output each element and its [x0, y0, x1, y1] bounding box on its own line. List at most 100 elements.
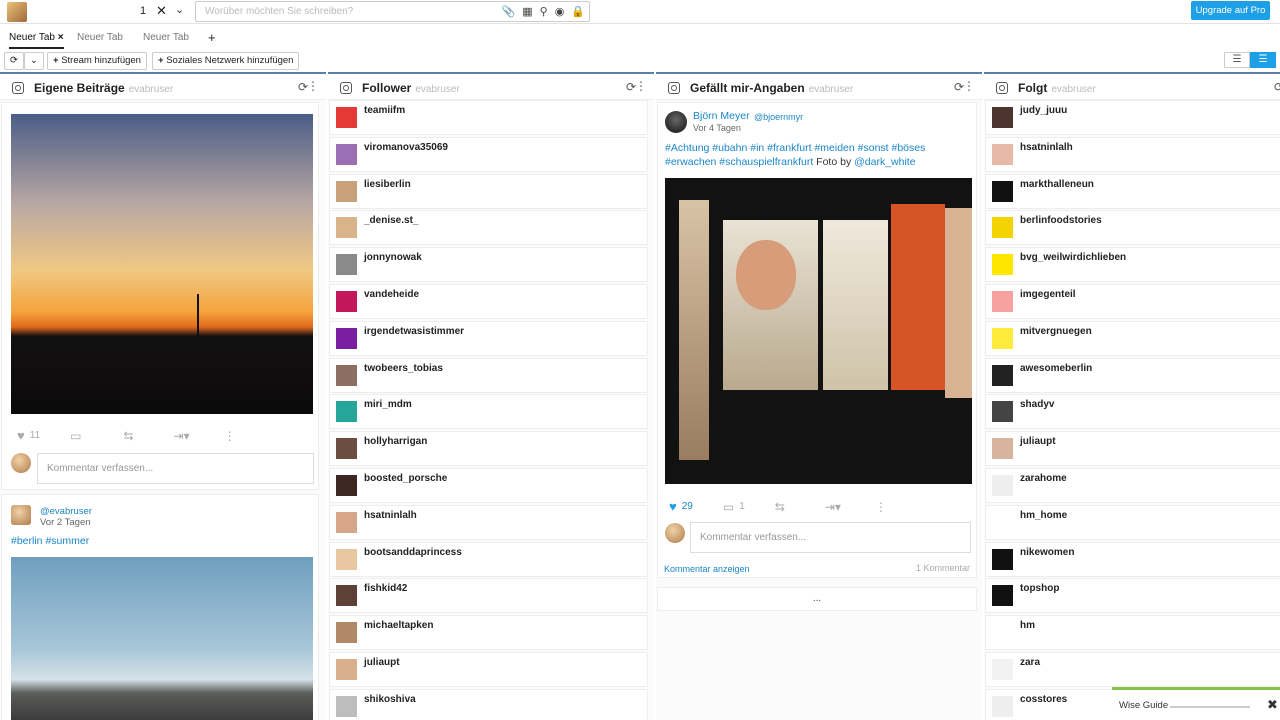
tab-3[interactable]: Neuer Tab	[143, 27, 189, 49]
user-name[interactable]: berlinfoodstories	[1020, 215, 1102, 226]
chevron-down-icon[interactable]: ⌄	[175, 3, 184, 16]
wise-guide-label[interactable]: Wise Guide	[1119, 700, 1168, 711]
tab-close-icon[interactable]: ×	[58, 32, 64, 43]
add-stream-button[interactable]: + Stream hinzufügen	[47, 52, 147, 70]
profile-avatar[interactable]	[7, 2, 27, 22]
calendar-icon[interactable]: ▦	[522, 5, 532, 18]
author-handle[interactable]: @bjoernmyr	[754, 112, 803, 122]
user-name[interactable]: _denise.st_	[364, 215, 418, 226]
user-name[interactable]: cosstores	[1020, 694, 1067, 705]
clear-icon[interactable]: ✕	[156, 3, 167, 19]
location-icon[interactable]: ⚲	[540, 5, 548, 18]
user-name[interactable]: hm	[1020, 620, 1035, 631]
add-tab-button[interactable]: +	[208, 27, 216, 49]
list-item[interactable]: shikoshiva	[329, 688, 648, 720]
attach-icon[interactable]: 📎	[502, 5, 516, 18]
tab-2[interactable]: Neuer Tab	[77, 27, 123, 49]
column-view-button[interactable]: ☰	[1250, 52, 1276, 68]
user-name[interactable]: imgegenteil	[1020, 289, 1076, 300]
post-photo-sunset[interactable]	[11, 114, 313, 414]
user-name[interactable]: vandeheide	[364, 289, 419, 300]
user-name[interactable]: zara	[1020, 657, 1040, 668]
list-item[interactable]: hollyharrigan	[329, 431, 648, 467]
list-item[interactable]: michaeltapken	[329, 615, 648, 651]
user-name[interactable]: teamiifm	[364, 105, 405, 116]
tab-1[interactable]: Neuer Tab ×	[9, 27, 64, 49]
more-icon[interactable]: ⋮	[224, 429, 236, 443]
user-name[interactable]: nikewomen	[1020, 547, 1074, 558]
user-name[interactable]: boosted_porsche	[364, 473, 447, 484]
user-name[interactable]: fishkid42	[364, 583, 407, 594]
refresh-icon[interactable]: ⟳	[1274, 80, 1280, 94]
user-name[interactable]: juliaupt	[364, 657, 400, 668]
user-name[interactable]: bvg_weilwirdichlieben	[1020, 252, 1126, 263]
user-name[interactable]: zarahome	[1020, 473, 1067, 484]
list-item[interactable]: hsatninlalh	[985, 136, 1280, 172]
list-item[interactable]: zarahome	[985, 467, 1280, 503]
heart-icon[interactable]: ♥	[17, 428, 25, 443]
user-name[interactable]: hollyharrigan	[364, 436, 427, 447]
list-item[interactable]: liesiberlin	[329, 173, 648, 209]
list-item[interactable]: hsatninlalh	[329, 504, 648, 540]
share-icon[interactable]: ⇥▾	[825, 500, 841, 514]
list-item[interactable]: fishkid42	[329, 578, 648, 614]
compose-input[interactable]: Worüber möchten Sie schreiben? 📎 ▦ ⚲ ◉ 🔒	[195, 1, 590, 22]
more-icon[interactable]: ⋮	[963, 79, 975, 93]
refresh-all-button[interactable]: ⟳	[4, 52, 24, 70]
user-name[interactable]: michaeltapken	[364, 620, 433, 631]
list-item[interactable]: teamiifm	[329, 100, 648, 135]
list-item[interactable]: awesomeberlin	[985, 357, 1280, 393]
list-item[interactable]: irgendetwasistimmer	[329, 320, 648, 356]
list-item[interactable]: vandeheide	[329, 283, 648, 319]
close-icon[interactable]: ✖	[1267, 697, 1278, 713]
globe-icon[interactable]: ◉	[555, 5, 565, 18]
post-author[interactable]: @evabruser	[40, 506, 92, 517]
user-name[interactable]: miri_mdm	[364, 399, 412, 410]
list-item[interactable]: juliaupt	[329, 651, 648, 687]
add-network-button[interactable]: + Soziales Netzwerk hinzufügen	[152, 52, 300, 70]
user-name[interactable]: shikoshiva	[364, 694, 416, 705]
comment-icon[interactable]: ▭	[723, 500, 734, 514]
list-item[interactable]: berlinfoodstories	[985, 210, 1280, 246]
user-name[interactable]: hsatninlalh	[364, 510, 417, 521]
list-item[interactable]: judy_juuu	[985, 100, 1280, 135]
user-name[interactable]: viromanova35069	[364, 142, 448, 153]
user-name[interactable]: mitvergnuegen	[1020, 326, 1092, 337]
list-item[interactable]: hm	[985, 615, 1280, 651]
list-item[interactable]: topshop	[985, 578, 1280, 614]
user-name[interactable]: irgendetwasistimmer	[364, 326, 464, 337]
list-item[interactable]: hm_home	[985, 504, 1280, 540]
heart-icon[interactable]: ♥	[669, 499, 677, 514]
lock-icon[interactable]: 🔒	[571, 5, 585, 18]
user-name[interactable]: jonnynowak	[364, 252, 422, 263]
user-name[interactable]: hsatninlalh	[1020, 142, 1073, 153]
post-text[interactable]: #berlin #summer	[11, 535, 89, 547]
list-item[interactable]: juliaupt	[985, 431, 1280, 467]
list-item[interactable]: jonnynowak	[329, 247, 648, 283]
list-item[interactable]: _denise.st_	[329, 210, 648, 246]
repost-icon[interactable]: ⇆	[123, 429, 133, 443]
comment-input[interactable]: Kommentar verfassen...	[690, 522, 971, 553]
user-name[interactable]: topshop	[1020, 583, 1059, 594]
list-item[interactable]: miri_mdm	[329, 394, 648, 430]
list-item[interactable]: bootsanddaprincess	[329, 541, 648, 577]
list-item[interactable]: imgegenteil	[985, 283, 1280, 319]
comment-icon[interactable]: ▭	[70, 429, 81, 443]
list-item[interactable]: bvg_weilwirdichlieben	[985, 247, 1280, 283]
refresh-menu-button[interactable]: ⌄	[24, 52, 44, 70]
list-item[interactable]: zara	[985, 651, 1280, 687]
upgrade-button[interactable]: Upgrade auf Pro	[1191, 1, 1270, 20]
load-more-button[interactable]: ...	[657, 587, 977, 611]
more-icon[interactable]: ⋮	[307, 79, 319, 93]
user-name[interactable]: twobeers_tobias	[364, 363, 443, 374]
list-item[interactable]: markthalleneun	[985, 173, 1280, 209]
user-name[interactable]: juliaupt	[1020, 436, 1056, 447]
more-icon[interactable]: ⋮	[875, 500, 887, 514]
list-item[interactable]: mitvergnuegen	[985, 320, 1280, 356]
user-name[interactable]: judy_juuu	[1020, 105, 1067, 116]
repost-icon[interactable]: ⇆	[775, 500, 785, 514]
list-item[interactable]: shadyv	[985, 394, 1280, 430]
more-icon[interactable]: ⋮	[635, 79, 647, 93]
list-view-button[interactable]: ☰	[1224, 52, 1250, 68]
list-item[interactable]: boosted_porsche	[329, 467, 648, 503]
